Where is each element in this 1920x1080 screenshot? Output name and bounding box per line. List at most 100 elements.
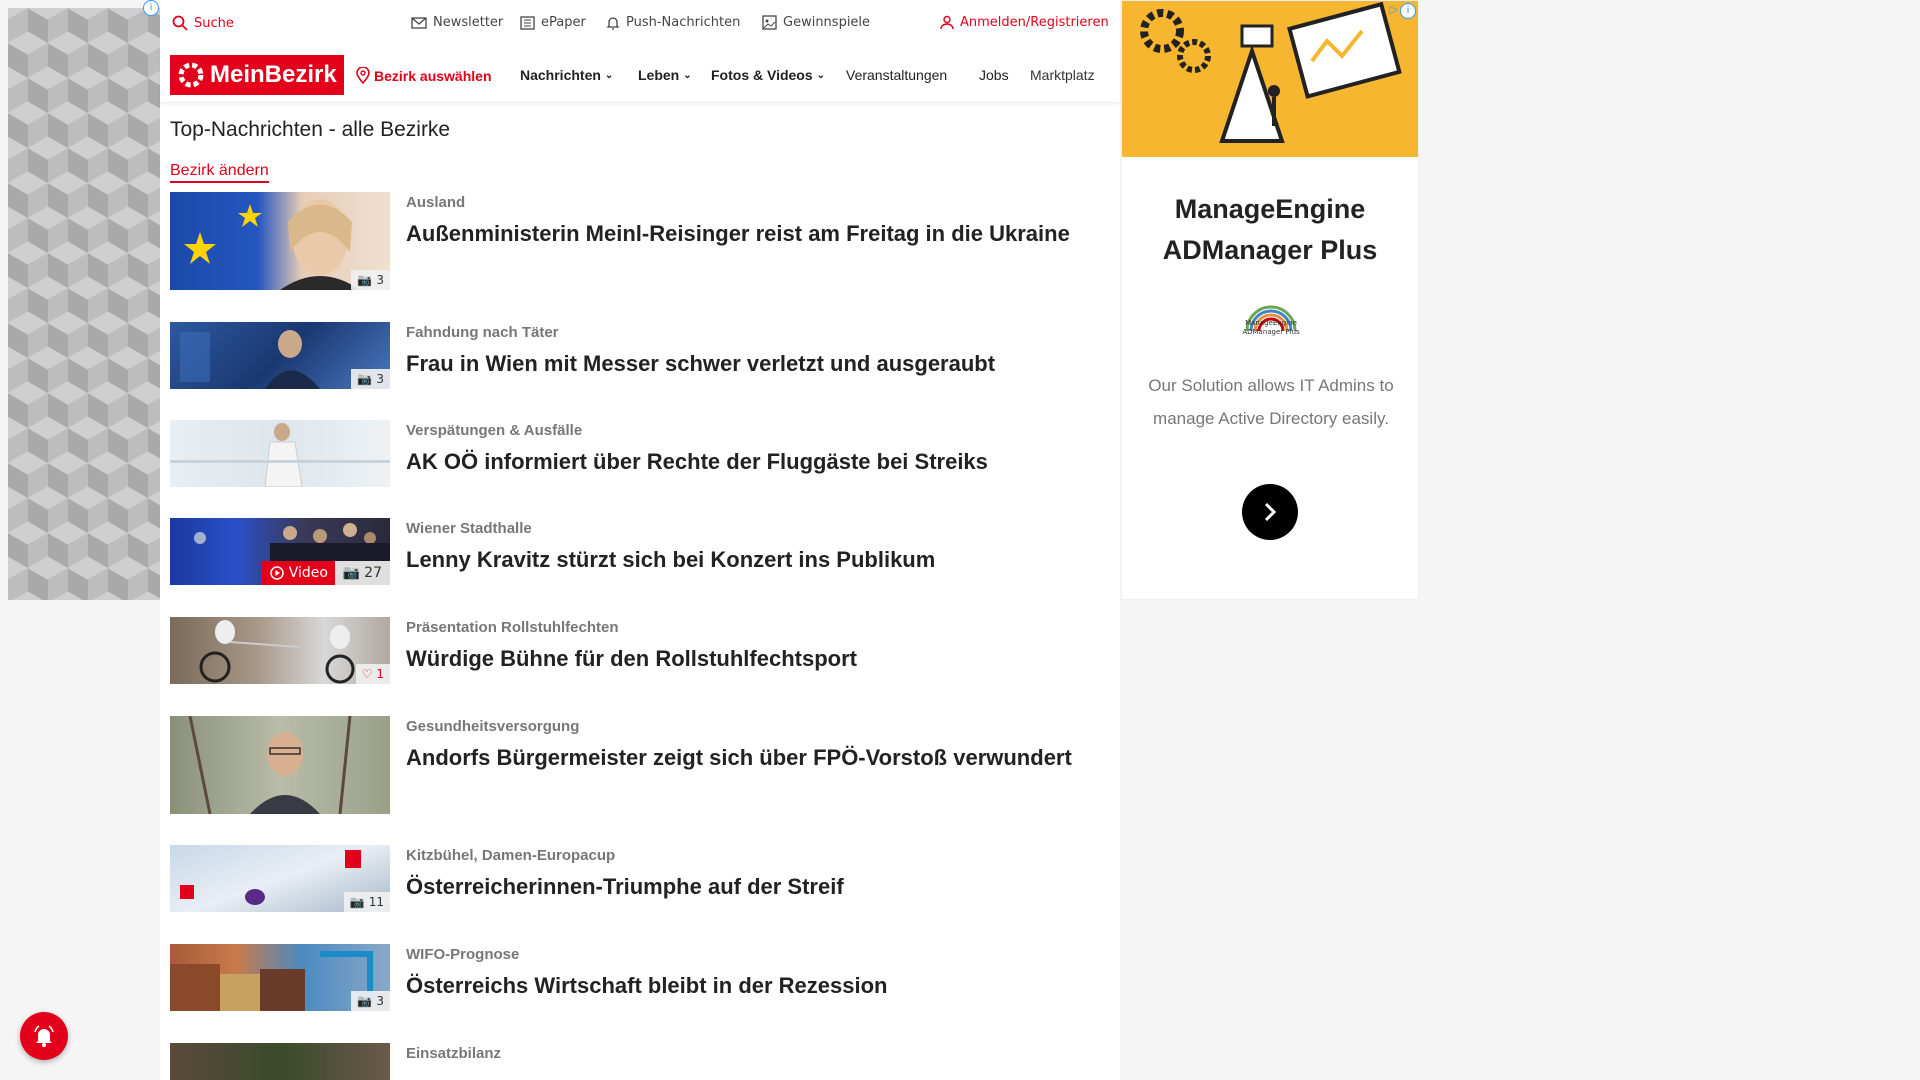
article-kicker: Gesundheitsversorgung (406, 718, 580, 735)
photo-count: 3 (376, 273, 384, 287)
article-title[interactable]: Frau in Wien mit Messer schwer verletzt … (406, 348, 1076, 379)
camera-icon: 📷 (342, 565, 361, 581)
article-thumbnail[interactable]: 📷 3 (170, 944, 390, 1011)
like-count-badge: ♡ 1 (355, 664, 390, 684)
chevron-down-icon: ⌄ (683, 69, 692, 81)
nav-leben[interactable]: Leben ⌄ (638, 67, 692, 83)
photo-count-badge: 📷 3 (351, 270, 390, 290)
camera-icon: 📷 (349, 895, 365, 909)
ad-next-button[interactable] (1242, 484, 1298, 540)
article-kicker: Präsentation Rollstuhlfechten (406, 619, 619, 636)
change-bezirk-link[interactable]: Bezirk ändern (170, 162, 269, 183)
newsletter-link[interactable]: Newsletter (411, 15, 503, 30)
bezirk-select[interactable]: Bezirk auswählen (356, 67, 492, 84)
epaper-label: ePaper (541, 15, 586, 30)
article-item[interactable]: 📷 11 Kitzbühel, Damen-Europacup Österreic… (170, 845, 1090, 915)
article-title[interactable]: Lenny Kravitz stürzt sich bei Konzert in… (406, 544, 1076, 575)
ad-logo-text: ManageEngine ADManager Plus (1242, 319, 1300, 336)
article-item[interactable]: 📷 3 Fahndung nach Täter Frau in Wien mit … (170, 322, 1090, 392)
logo-gear-icon (178, 62, 204, 88)
photo-count: 3 (376, 994, 384, 1008)
laptop-gears-illustration (1140, 1, 1402, 143)
article-kicker: Wiener Stadthalle (406, 520, 532, 537)
article-item[interactable]: 📷 3 WIFO-Prognose Österreichs Wirtschaft … (170, 944, 1090, 1014)
adchoices[interactable]: ▷ i (1390, 3, 1416, 19)
article-item[interactable]: Einsatzbilanz (170, 1043, 1090, 1080)
gewinnspiele-link[interactable]: Gewinnspiele (762, 15, 870, 30)
article-thumbnail[interactable] (170, 716, 390, 814)
nav-jobs-label: Jobs (979, 67, 1009, 83)
article-item[interactable]: Video 📷 27 Wiener Stadthalle Lenny Kravit… (170, 518, 1090, 588)
bell-icon (34, 1025, 54, 1047)
article-thumbnail[interactable]: 📷 11 (170, 845, 390, 912)
adchoices-triangle-icon: ▷ (1389, 3, 1398, 16)
photo-count-badge: 📷 3 (351, 991, 390, 1011)
article-thumbnail[interactable]: 📷 3 (170, 322, 390, 389)
ad-info-icon[interactable]: i (143, 0, 159, 16)
ad-info-icon[interactable]: i (1400, 3, 1416, 19)
camera-icon: 📷 (357, 273, 373, 287)
nav-fotos-videos-label: Fotos & Videos (711, 67, 813, 83)
camera-icon: 📷 (357, 994, 373, 1008)
search-label: Suche (194, 15, 234, 31)
epaper-link[interactable]: ePaper (519, 15, 586, 30)
main-nav: MeinBezirk Bezirk auswählen Nachrichten … (160, 46, 1120, 103)
page-title: Top-Nachrichten - alle Bezirke (170, 118, 451, 141)
play-icon (270, 566, 284, 580)
location-pin-icon (356, 67, 370, 84)
nav-marktplatz[interactable]: Marktplatz (1030, 67, 1110, 83)
ad-logo: ManageEngine ADManager Plus (1239, 297, 1303, 357)
ad-illustration: ▷ i (1122, 1, 1418, 157)
video-label: Video (288, 565, 328, 581)
heart-icon: ♡ (361, 667, 373, 681)
right-ad[interactable]: ▷ i ManageEngine ADManager Plus ManageEn… (1121, 0, 1419, 600)
meinbezirk-logo[interactable]: MeinBezirk (170, 55, 344, 95)
gift-icon (762, 15, 777, 30)
nav-fotos-videos[interactable]: Fotos & Videos ⌄ (711, 67, 825, 83)
mayor-portrait-photo (188, 716, 352, 814)
article-title[interactable]: Würdige Bühne für den Rollstuhlfechtspor… (406, 643, 1076, 674)
bell-icon (606, 17, 620, 30)
article-thumbnail[interactable]: 📷 3 (170, 192, 390, 290)
search-link[interactable]: Suche (172, 15, 234, 31)
article-thumbnail[interactable]: Video 📷 27 (170, 518, 390, 585)
left-skyscraper-ad[interactable] (8, 8, 160, 600)
photo-count-badge: 📷 3 (351, 369, 390, 389)
push-link[interactable]: Push-Nachrichten (606, 15, 740, 30)
bezirk-label: Bezirk auswählen (374, 67, 492, 84)
gewinnspiele-label: Gewinnspiele (783, 15, 871, 30)
article-title[interactable]: Österreicherinnen-Triumphe auf der Strei… (406, 871, 1076, 902)
article-thumbnail[interactable] (170, 420, 390, 487)
article-title[interactable]: Andorfs Bürgermeister zeigt sich über FP… (406, 742, 1076, 773)
article-kicker: WIFO-Prognose (406, 946, 520, 963)
video-badge[interactable]: Video (261, 561, 336, 585)
login-label: Anmelden/Registrieren (960, 15, 1109, 30)
article-item[interactable]: 📷 3 Ausland Außenministerin Meinl-Reising… (170, 192, 1090, 292)
envelope-icon (411, 16, 427, 29)
nav-veranstaltungen[interactable]: Veranstaltungen (846, 67, 947, 83)
article-thumbnail[interactable]: ♡ 1 (170, 617, 390, 684)
article-item[interactable]: Verspätungen & Ausfälle AK OÖ informiert… (170, 420, 1090, 490)
article-item[interactable]: ♡ 1 Präsentation Rollstuhlfechten Würdige… (170, 617, 1090, 687)
article-title[interactable]: Österreichs Wirtschaft bleibt in der Rez… (406, 970, 1076, 1001)
article-title[interactable]: Außenministerin Meinl-Reisinger reist am… (406, 218, 1076, 249)
photo-count: 11 (368, 895, 384, 909)
login-link[interactable]: Anmelden/Registrieren (940, 15, 1109, 30)
user-icon (940, 15, 954, 30)
article-kicker: Fahndung nach Täter (406, 324, 559, 341)
newsletter-label: Newsletter (433, 15, 504, 30)
nav-veranstaltungen-label: Veranstaltungen (846, 67, 948, 83)
notification-bell-button[interactable] (20, 1012, 68, 1060)
photo-count: 27 (364, 565, 382, 581)
article-kicker: Verspätungen & Ausfälle (406, 422, 583, 439)
photo-count-badge: 📷 27 (334, 561, 390, 585)
nav-nachrichten[interactable]: Nachrichten ⌄ (520, 67, 613, 83)
like-count: 1 (376, 667, 384, 681)
article-title[interactable]: AK OÖ informiert über Rechte der Fluggäs… (406, 446, 1076, 477)
camera-icon: 📷 (357, 372, 373, 386)
nav-jobs[interactable]: Jobs (979, 67, 1009, 83)
article-thumbnail[interactable] (170, 1043, 390, 1080)
ad-headline[interactable]: ManageEngine ADManager Plus (1122, 189, 1418, 271)
article-item[interactable]: Gesundheitsversorgung Andorfs Bürgermeis… (170, 716, 1090, 816)
newspaper-icon (520, 15, 535, 30)
